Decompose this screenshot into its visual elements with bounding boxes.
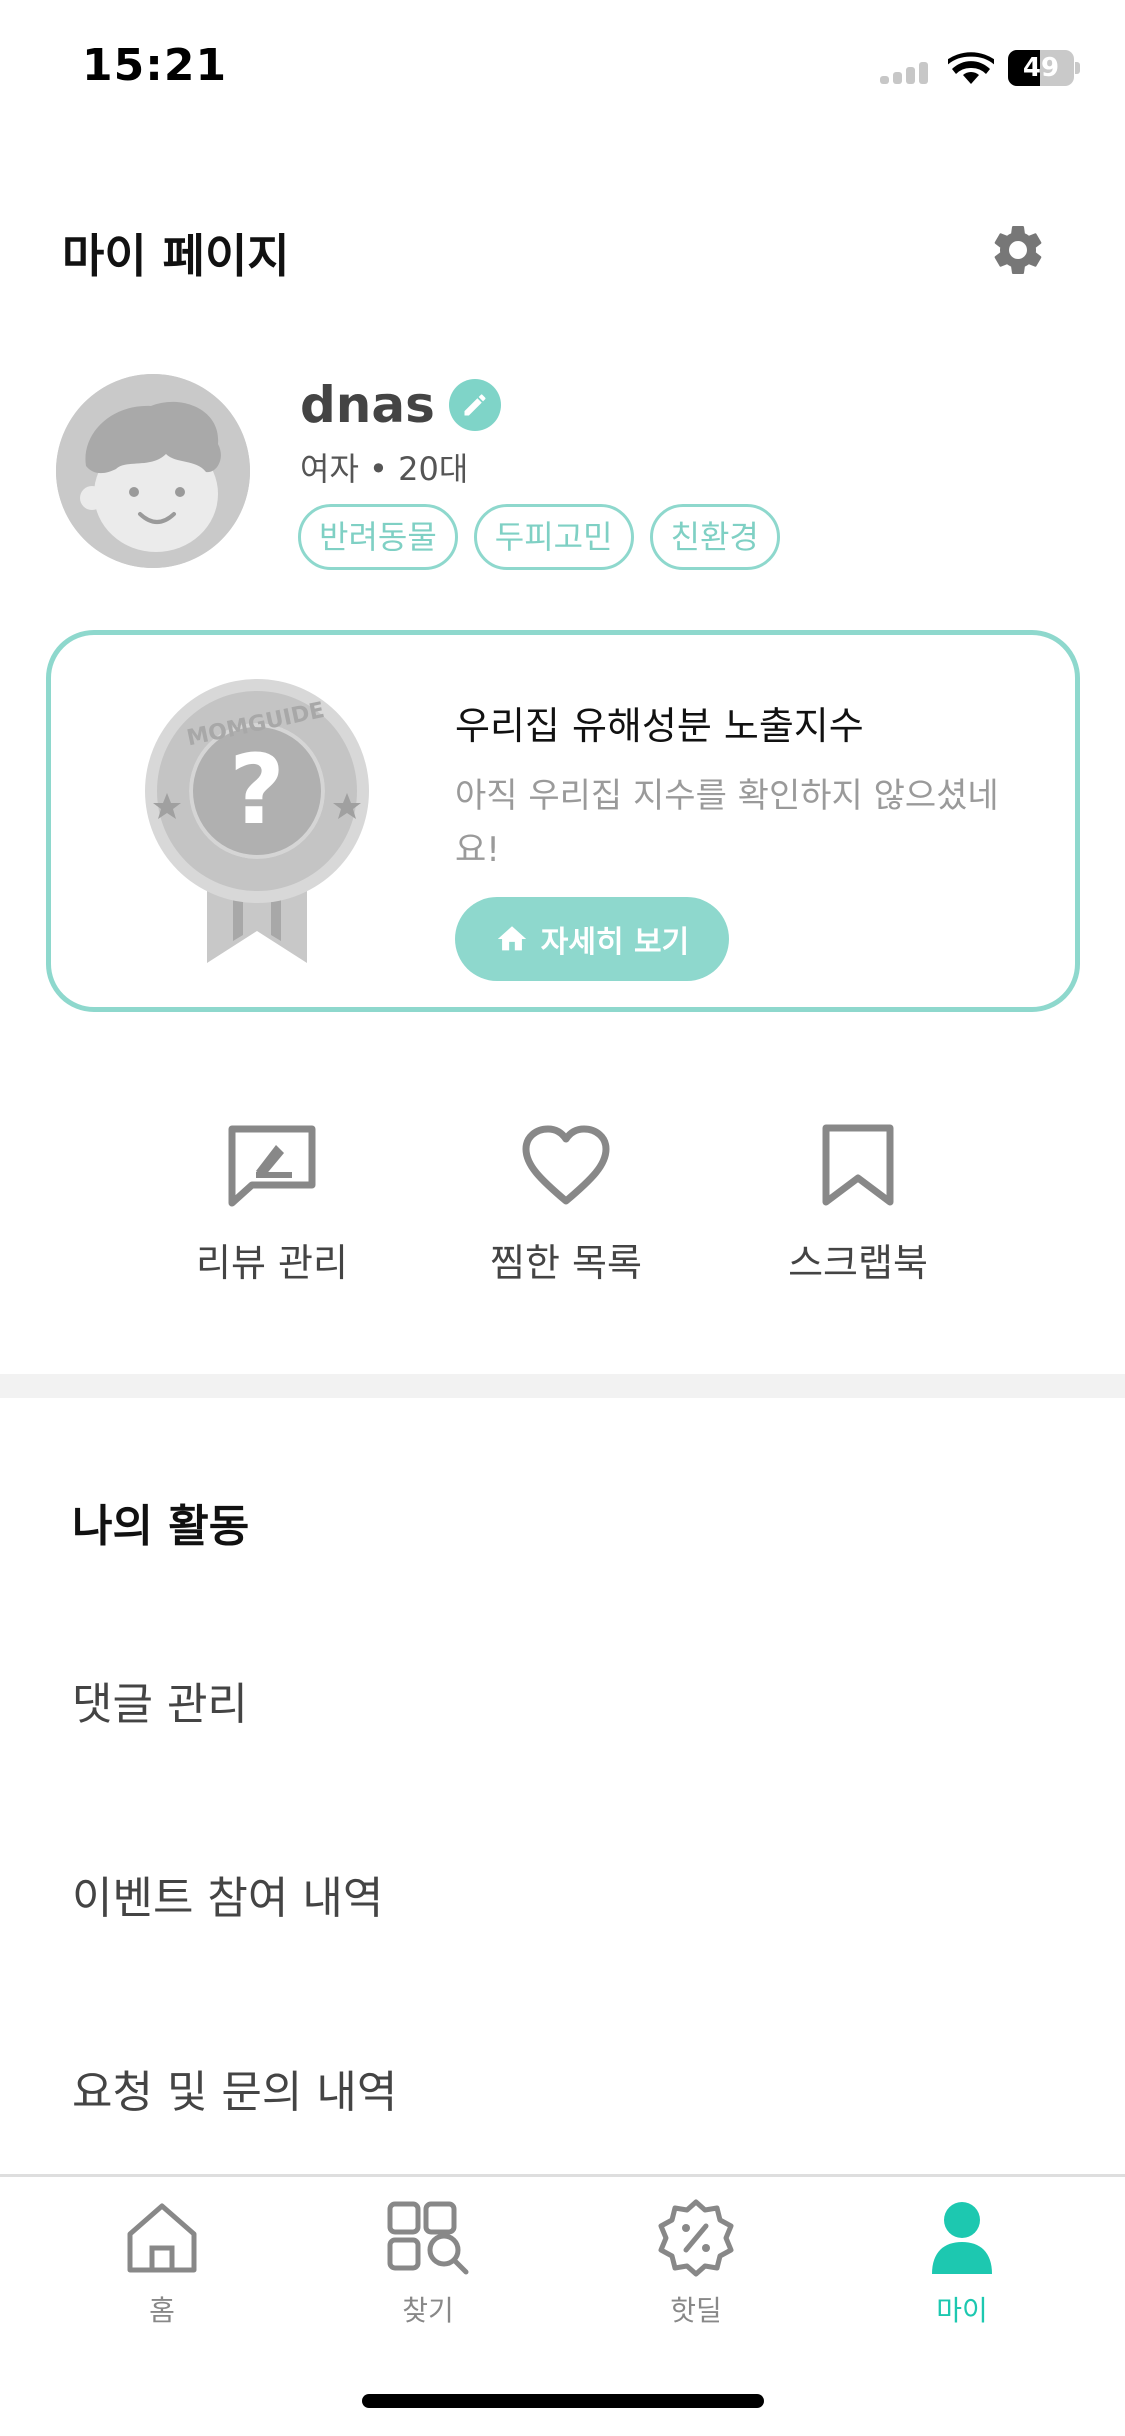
exposure-card-description: 아직 우리집 지수를 확인하지 않으셨네요!	[455, 776, 999, 870]
home-icon	[497, 926, 526, 951]
battery-icon: 49	[1008, 50, 1080, 86]
quick-actions: 리뷰 관리 찜한 목록 스크랩북	[0, 1120, 1125, 1300]
settings-button[interactable]	[988, 220, 1048, 280]
my-page-screen: 15:21 49 마이 페이지 dnas 여자 • 20대 반려동물 두피고민 …	[0, 0, 1125, 2436]
search-grid-icon	[387, 2201, 469, 2275]
nav-label-hotdeal: 핫딜	[670, 2294, 722, 2327]
wishlist-label: 찜한 목록	[490, 1241, 642, 1285]
interest-tag[interactable]: 친환경	[649, 504, 780, 570]
menu-item-comments[interactable]: 댓글 관리	[72, 1668, 248, 1732]
pencil-icon	[464, 394, 486, 416]
menu-item-inquiries[interactable]: 요청 및 문의 내역	[72, 2056, 397, 2120]
nav-label-search: 찾기	[402, 2294, 454, 2327]
review-management-label: 리뷰 관리	[196, 1241, 348, 1285]
view-details-label: 자세히 보기	[540, 925, 690, 960]
battery-percent: 49	[1022, 53, 1060, 83]
wifi-icon	[948, 52, 994, 84]
bookmark-icon	[822, 1124, 894, 1206]
nav-label-my: 마이	[936, 2294, 988, 2327]
home-icon	[127, 2203, 197, 2273]
avatar[interactable]	[56, 374, 250, 568]
home-indicator	[362, 2394, 764, 2408]
edit-profile-button[interactable]	[448, 379, 501, 431]
view-details-button[interactable]: 자세히 보기	[455, 897, 729, 981]
section-divider	[0, 1374, 1125, 1398]
scrapbook-button[interactable]: 스크랩북	[738, 1120, 978, 1287]
medal-question-icon: MOMGUIDE ?	[145, 679, 369, 963]
wishlist-button[interactable]: 찜한 목록	[446, 1120, 686, 1287]
nav-tab-hotdeal[interactable]: 핫딜	[616, 2193, 776, 2329]
nav-label-home: 홈	[149, 2294, 175, 2327]
username: dnas	[300, 376, 435, 434]
status-bar: 15:21 49	[0, 0, 1125, 140]
scrapbook-label: 스크랩북	[788, 1241, 928, 1285]
exposure-index-card[interactable]: MOMGUIDE ? 우리집 유해성분 노출지수 아직 우리집 지수를 확인하지…	[46, 630, 1080, 1012]
exposure-card-title: 우리집 유해성분 노출지수	[455, 704, 864, 748]
nav-tab-my[interactable]: 마이	[882, 2193, 1042, 2329]
interest-tag[interactable]: 두피고민	[473, 504, 634, 570]
heart-icon	[522, 1125, 610, 1205]
menu-item-events[interactable]: 이벤트 참여 내역	[72, 1862, 383, 1926]
status-time: 15:21	[82, 40, 228, 91]
svg-text:?: ?	[229, 734, 285, 846]
activity-section-title: 나의 활동	[72, 1501, 250, 1552]
profile-meta: 여자 • 20대	[300, 450, 469, 488]
gear-icon	[994, 225, 1042, 274]
interest-tag[interactable]: 반려동물	[298, 504, 458, 570]
default-avatar-icon	[56, 374, 250, 568]
review-icon	[228, 1125, 316, 1207]
username-row: dnas	[300, 374, 501, 436]
discount-badge-icon	[658, 2199, 734, 2277]
nav-tab-home[interactable]: 홈	[82, 2193, 242, 2329]
nav-tab-search[interactable]: 찾기	[348, 2193, 508, 2329]
interest-tags: 반려동물 두피고민 친환경	[298, 504, 796, 570]
page-title: 마이 페이지	[62, 229, 290, 283]
cellular-signal-icon	[880, 62, 932, 84]
person-icon	[932, 2202, 992, 2274]
review-management-button[interactable]: 리뷰 관리	[152, 1120, 392, 1287]
